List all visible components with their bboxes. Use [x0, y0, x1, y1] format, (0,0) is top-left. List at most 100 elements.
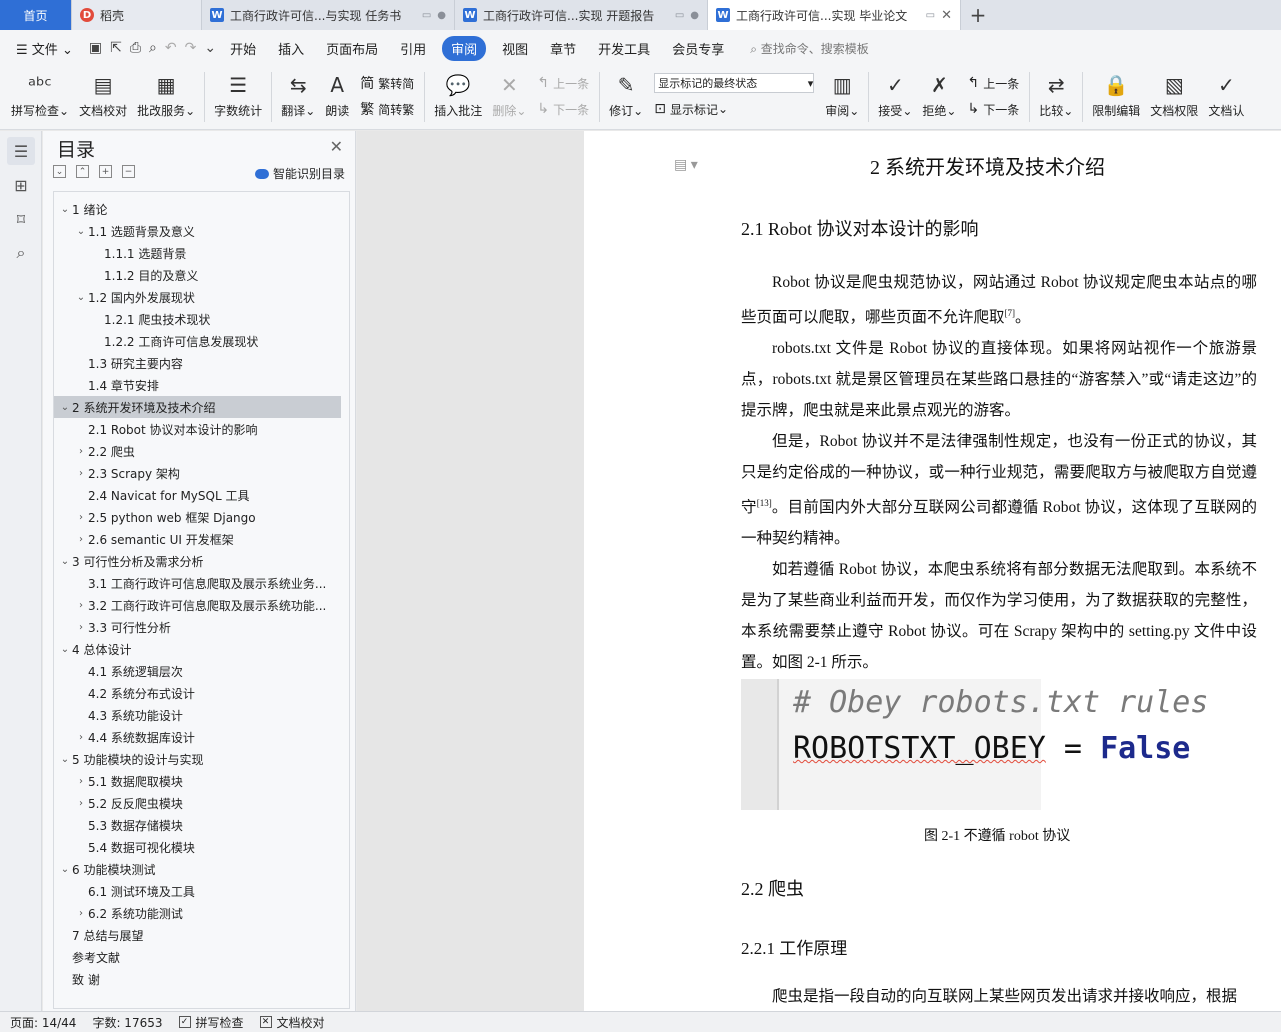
restrict-edit-button[interactable]: 🔒 限制编辑 [1092, 70, 1140, 119]
toc-item[interactable]: › 3.3 可行性分析 [54, 616, 349, 638]
chevron-right-icon[interactable]: › [74, 732, 88, 743]
file-menu[interactable]: ☰ 文件 ⌄ [10, 36, 79, 61]
page-options-icon[interactable]: ▤ ▾ [674, 157, 698, 174]
toc-item[interactable]: 1.1.1 选题背景 [54, 242, 349, 264]
print-preview-icon[interactable]: ⌕ [149, 40, 157, 56]
toc-item[interactable]: 1.2.2 工商许可信息发展现状 [54, 330, 349, 352]
command-search[interactable]: ⌕ 查找命令、搜索模板 [750, 40, 869, 57]
expand-all-icon[interactable]: ⌃ [76, 165, 89, 178]
redo-icon[interactable]: ↷ [185, 40, 197, 56]
tab-home[interactable]: 首页 [0, 0, 72, 30]
toc-item[interactable]: ⌄ 3 可行性分析及需求分析 [54, 550, 349, 572]
toc-item[interactable]: › 2.6 semantic UI 开发框架 [54, 528, 349, 550]
simp-to-trad-button[interactable]: 繁简转繁 [360, 96, 414, 122]
delete-comment-button[interactable]: ✕ 删除⌄ [492, 70, 526, 119]
chapter-nav-icon[interactable]: ⊞ [7, 171, 35, 199]
toc-item[interactable]: 7 总结与展望 [54, 924, 349, 946]
menu-layout[interactable]: 页面布局 [320, 36, 384, 61]
revise-button[interactable]: ✎ 修订⌄ [609, 70, 643, 119]
chevron-right-icon[interactable]: › [74, 798, 88, 809]
toc-item[interactable]: ⌄ 6 功能模块测试 [54, 858, 349, 880]
tab-proposal[interactable]: W 工商行政许可信...实现 开题报告 ▭ ● [455, 0, 708, 30]
smart-toc-button[interactable]: 智能识别目录 [254, 165, 345, 182]
doc-rights-button[interactable]: ▧ 文档权限 [1150, 70, 1198, 119]
menu-references[interactable]: 引用 [394, 36, 432, 61]
toc-item[interactable]: 4.1 系统逻辑层次 [54, 660, 349, 682]
chevron-right-icon[interactable]: › [74, 534, 88, 545]
prev-change-button[interactable]: ↰ 上一条 [967, 70, 1019, 96]
toc-item[interactable]: 4.2 系统分布式设计 [54, 682, 349, 704]
toc-item[interactable]: 1.4 章节安排 [54, 374, 349, 396]
compare-button[interactable]: ⇄ 比较⌄ [1039, 70, 1073, 119]
undo-icon[interactable]: ↶ [165, 40, 177, 56]
menu-member[interactable]: 会员专享 [666, 36, 730, 61]
toc-item[interactable]: 4.3 系统功能设计 [54, 704, 349, 726]
menu-review[interactable]: 审阅 [442, 35, 487, 61]
toc-item[interactable]: ⌄ 5 功能模块的设计与实现 [54, 748, 349, 770]
citation[interactable]: [13] [757, 498, 772, 508]
toc-icon[interactable]: ☰ [7, 137, 35, 165]
word-count[interactable]: 字数: 17653 [92, 1014, 162, 1031]
tab-daoke[interactable]: D 稻壳 [72, 0, 202, 30]
review-pane-button[interactable]: ▥ 审阅⌄ [825, 70, 859, 119]
remove-heading-icon[interactable]: − [122, 165, 135, 178]
word-count-button[interactable]: ☰ 字数统计 [214, 70, 262, 119]
add-heading-icon[interactable]: + [99, 165, 112, 178]
chevron-right-icon[interactable]: › [74, 622, 88, 633]
toc-item[interactable]: ⌄ 1.1 选题背景及意义 [54, 220, 349, 242]
toc-item[interactable]: ⌄ 1 绪论 [54, 198, 349, 220]
accept-button[interactable]: ✓ 接受⌄ [878, 70, 912, 119]
chevron-down-icon[interactable]: ⌄ [58, 402, 72, 413]
show-markup-button[interactable]: ⊡ 显示标记 ⌄ [654, 96, 814, 122]
chevron-right-icon[interactable]: › [74, 776, 88, 787]
chevron-down-icon[interactable]: ⌄ [58, 204, 72, 215]
menu-home[interactable]: 开始 [224, 36, 262, 61]
spell-check-toggle[interactable]: ✓ 拼写检查 [178, 1014, 244, 1031]
toc-item[interactable]: ⌄ 4 总体设计 [54, 638, 349, 660]
toc-item[interactable]: › 3.2 工商行政许可信息爬取及展示系统功能... [54, 594, 349, 616]
chevron-right-icon[interactable]: › [74, 512, 88, 523]
doc-cert-button[interactable]: ✓ 文档认 [1208, 70, 1244, 119]
next-change-button[interactable]: ↳ 下一条 [967, 96, 1019, 122]
tab-thesis[interactable]: W 工商行政许可信...实现 毕业论文 ▭ ✕ [708, 0, 961, 30]
toc-item[interactable]: › 2.3 Scrapy 架构 [54, 462, 349, 484]
collapse-all-icon[interactable]: ⌄ [53, 165, 66, 178]
save-icon[interactable]: ▣ [89, 40, 102, 56]
menu-section[interactable]: 章节 [544, 36, 582, 61]
chevron-down-icon[interactable]: ⌄ [58, 754, 72, 765]
toc-item[interactable]: 5.3 数据存储模块 [54, 814, 349, 836]
chevron-down-icon[interactable]: ⌄ [58, 864, 72, 875]
cloud-icon[interactable]: ▭ [422, 10, 431, 21]
chevron-down-icon[interactable]: ⌄ [58, 556, 72, 567]
chevron-down-icon[interactable]: ⌄ [58, 644, 72, 655]
chevron-right-icon[interactable]: › [74, 600, 88, 611]
close-icon[interactable]: ✕ [330, 137, 343, 156]
insert-comment-button[interactable]: 💬 插入批注 [434, 70, 482, 119]
cloud-icon[interactable]: ▭ [926, 10, 935, 21]
menu-view[interactable]: 视图 [496, 36, 534, 61]
read-aloud-button[interactable]: A 朗读 [325, 70, 349, 119]
toc-item[interactable]: 2.1 Robot 协议对本设计的影响 [54, 418, 349, 440]
toc-item[interactable]: 3.1 工商行政许可信息爬取及展示系统业务... [54, 572, 349, 594]
next-comment-button[interactable]: ↳ 下一条 [537, 96, 589, 122]
reject-button[interactable]: ✗ 拒绝⌄ [922, 70, 956, 119]
bookmark-icon[interactable]: ⌑ [7, 205, 35, 233]
toc-item[interactable]: ⌄ 1.2 国内外发展现状 [54, 286, 349, 308]
menu-insert[interactable]: 插入 [272, 36, 310, 61]
toc-item[interactable]: › 2.2 爬虫 [54, 440, 349, 462]
chevron-down-icon[interactable]: ⌄ [74, 292, 88, 303]
toc-item[interactable]: 致 谢 [54, 968, 349, 990]
page-indicator[interactable]: 页面: 14/44 [10, 1014, 76, 1031]
chevron-right-icon[interactable]: › [74, 446, 88, 457]
export-icon[interactable]: ⇱ [110, 40, 122, 56]
cloud-icon[interactable]: ▭ [675, 10, 684, 21]
toc-item[interactable]: › 5.2 反反爬虫模块 [54, 792, 349, 814]
spell-check-button[interactable]: ᵃᵇᶜ 拼写检查⌄ [11, 70, 69, 119]
toc-item[interactable]: 参考文献 [54, 946, 349, 968]
prev-comment-button[interactable]: ↰ 上一条 [537, 70, 589, 96]
toc-item[interactable]: › 5.1 数据爬取模块 [54, 770, 349, 792]
add-tab-button[interactable]: + [961, 0, 995, 30]
toc-item[interactable]: 1.1.2 目的及意义 [54, 264, 349, 286]
toc-item[interactable]: › 2.5 python web 框架 Django [54, 506, 349, 528]
doc-proof-toggle[interactable]: ✕ 文档校对 [259, 1014, 325, 1031]
